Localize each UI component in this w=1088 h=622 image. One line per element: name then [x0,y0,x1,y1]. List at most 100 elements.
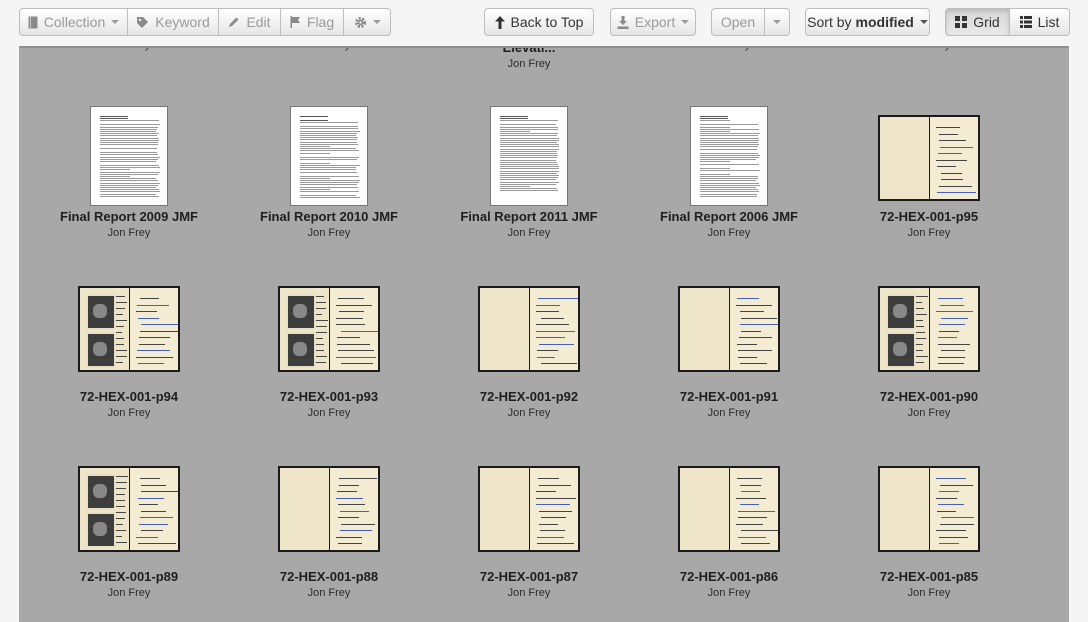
item-title: 72-HEX-001-p94 [79,389,179,404]
list-label: List [1037,14,1060,30]
toolbar: Collection Keyword Edit Flag Back to Top… [0,0,1088,44]
view-toggle-group: Grid List [945,8,1070,36]
sort-group: Sort by modified [805,8,930,36]
notebook-page-image [678,286,780,372]
flag-label: Flag [306,14,335,30]
document-thumbnail-image [690,106,768,206]
notebook-page-image [78,286,180,372]
sort-prefix: Sort by [807,14,852,30]
chevron-down-icon [372,20,381,24]
export-group: Export [610,8,696,36]
item-author: Jon Frey [707,587,751,599]
item-author: Jon Frey [907,227,951,239]
collection-button[interactable]: Collection [19,8,128,36]
grid-item[interactable]: 72-HEX-001-p85 Jon Frey [829,569,1029,599]
grid-item[interactable]: Final Report 2010 JMF Jon Frey [229,209,429,239]
item-title: 72-HEX-001-p86 [679,569,779,584]
item-author: Jon Frey [507,227,551,239]
document-thumbnail-image [90,106,168,206]
chevron-down-icon [919,20,928,24]
document-thumbnail-image [490,106,568,206]
back-to-top-button[interactable]: Back to Top [484,8,594,36]
flag-icon [290,16,301,28]
item-author: Jon Frey [507,587,551,599]
grid-item[interactable]: Final Report 2009 JMF Jon Frey [29,209,229,239]
grid-item[interactable]: 72-HEX-001-p91 Jon Frey [629,389,829,419]
item-title: 72-HEX-001-p87 [479,569,579,584]
open-group: Open [711,8,790,36]
grid-item[interactable]: Elevati... Jon Frey [429,46,629,70]
item-title: 72-HEX-001-p88 [279,569,379,584]
open-button[interactable]: Open [711,8,765,36]
arrow-up-icon [494,15,505,29]
notebook-page-image [678,466,780,552]
item-title: Final Report 2011 JMF [460,209,598,224]
sort-button[interactable]: Sort by modified [805,8,930,36]
pencil-icon [228,16,240,28]
export-button[interactable]: Export [610,8,696,36]
results-grid: Jon FreyJon FreyElevati...Jon FreyJon Fr… [19,46,1069,622]
grid-item[interactable]: 72-HEX-001-p87 Jon Frey [429,569,629,599]
book-icon [28,16,38,29]
chevron-down-icon [773,20,781,24]
tag-icon [136,16,149,29]
notebook-page-image [878,115,980,201]
item-author: Jon Frey [307,407,351,419]
grid-item[interactable]: 72-HEX-001-p94 Jon Frey [29,389,229,419]
chevron-down-icon [111,20,120,24]
edit-label: Edit [246,14,271,30]
grid-item[interactable]: Jon Frey [829,48,1029,51]
grid-view-button[interactable]: Grid [945,8,1010,36]
item-author: Jon Frey [107,407,151,419]
notebook-page-image [278,466,380,552]
item-author: Jon Frey [907,587,951,599]
grid-item[interactable]: Jon Frey [229,48,429,51]
notebook-page-image [878,466,980,552]
edit-button-group: Collection Keyword Edit Flag [19,8,391,36]
grid-item[interactable]: 72-HEX-001-p90 Jon Frey [829,389,1029,419]
document-thumbnail-image [290,106,368,206]
grid-item[interactable]: Final Report 2011 JMF Jon Frey [429,209,629,239]
keyword-label: Keyword [155,14,210,30]
sort-value: modified [855,14,914,30]
item-author: Jon Frey [507,58,551,70]
item-title: Final Report 2010 JMF [260,209,398,224]
notebook-page-image [478,466,580,552]
item-author: Jon Frey [307,227,351,239]
item-title: 72-HEX-001-p92 [479,389,579,404]
grid-item[interactable]: 72-HEX-001-p88 Jon Frey [229,569,429,599]
edit-button[interactable]: Edit [219,8,281,36]
open-dropdown-button[interactable] [765,8,790,36]
notebook-page-image [78,466,180,552]
item-title: 72-HEX-001-p93 [279,389,379,404]
item-title: 72-HEX-001-p91 [679,389,779,404]
item-author: Jon Frey [29,48,229,51]
keyword-button[interactable]: Keyword [128,8,219,36]
settings-button[interactable] [344,8,391,36]
grid-item[interactable]: Jon Frey [629,48,829,51]
item-author: Jon Frey [629,48,829,51]
grid-item[interactable]: 72-HEX-001-p89 Jon Frey [29,569,229,599]
notebook-page-image [478,286,580,372]
grid-item[interactable]: Final Report 2006 JMF Jon Frey [629,209,829,239]
gear-icon [354,16,367,29]
grid-item[interactable]: 72-HEX-001-p92 Jon Frey [429,389,629,419]
grid-icon [955,16,968,28]
open-label: Open [720,14,756,30]
item-title: 72-HEX-001-p89 [79,569,179,584]
item-title: Elevati... [502,46,556,55]
grid-item[interactable]: Jon Frey [29,48,229,51]
notebook-page-image [278,286,380,372]
export-label: Export [634,14,676,30]
item-title: Final Report 2009 JMF [60,209,198,224]
grid-label: Grid [973,14,1000,30]
list-view-button[interactable]: List [1010,8,1070,36]
grid-item[interactable]: 72-HEX-001-p93 Jon Frey [229,389,429,419]
grid-item[interactable]: 72-HEX-001-p86 Jon Frey [629,569,829,599]
grid-item[interactable]: 72-HEX-001-p95 Jon Frey [829,209,1029,239]
item-title: 72-HEX-001-p95 [879,209,979,224]
item-author: Jon Frey [507,407,551,419]
flag-button[interactable]: Flag [281,8,344,36]
download-icon [617,15,629,29]
item-author: Jon Frey [107,227,151,239]
